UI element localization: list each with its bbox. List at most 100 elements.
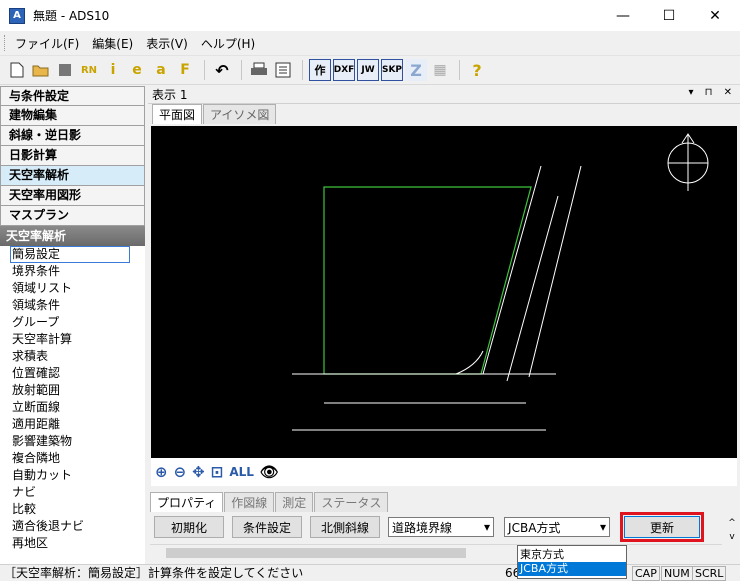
sub-item[interactable]: 位置確認 bbox=[12, 365, 145, 382]
toolbar-separator bbox=[241, 60, 242, 80]
category-sky-factor[interactable]: 天空率解析 bbox=[0, 166, 145, 186]
chevron-down-icon: ▾ bbox=[600, 520, 607, 534]
road-boundary-select[interactable]: 道路境界線 ▾ bbox=[388, 517, 495, 537]
sub-item[interactable]: 求積表 bbox=[12, 348, 145, 365]
view-tabs: 平面図 アイソメ図 bbox=[148, 104, 740, 124]
f-icon[interactable]: F bbox=[174, 59, 196, 81]
drawing-svg bbox=[292, 133, 709, 431]
e-icon[interactable]: e bbox=[126, 59, 148, 81]
sub-item[interactable]: 影響建築物 bbox=[12, 433, 145, 450]
chevron-down-icon: ▾ bbox=[484, 520, 491, 534]
toolbar-separator bbox=[459, 60, 460, 80]
initialize-button[interactable]: 初期化 bbox=[154, 516, 225, 538]
cap-indicator: CAP bbox=[632, 566, 660, 581]
category-conditions[interactable]: 与条件設定 bbox=[0, 86, 145, 106]
new-icon[interactable] bbox=[6, 59, 28, 81]
num-indicator: NUM bbox=[661, 566, 693, 581]
status-bar: ［天空率解析：簡易設定］計算条件を設定してください 66. CAP NUM SC… bbox=[0, 564, 740, 581]
north-slope-button[interactable]: 北側斜線 bbox=[310, 516, 381, 538]
status-text: ［天空率解析：簡易設定］計算条件を設定してください bbox=[4, 566, 304, 580]
update-button[interactable]: 更新 bbox=[624, 516, 701, 538]
zoom-all-button[interactable]: ALL bbox=[229, 465, 254, 479]
sub-item[interactable]: 再地区 bbox=[12, 535, 145, 552]
sub-item[interactable]: 立断面線 bbox=[12, 399, 145, 416]
building-icon[interactable]: ▦ bbox=[429, 59, 451, 81]
menu-view[interactable]: 表示(V) bbox=[146, 35, 188, 52]
scrl-indicator: SCRL bbox=[692, 566, 727, 581]
section-header: 天空率解析 bbox=[0, 226, 145, 246]
tool-skp-button[interactable]: SKP bbox=[381, 59, 403, 81]
sub-item-list: 簡易設定 境界条件 領域リスト 領域条件 グループ 天空率計算 求積表 位置確認… bbox=[0, 246, 145, 552]
option-jcba[interactable]: JCBA方式 bbox=[518, 562, 626, 576]
option-tokyo[interactable]: 東京方式 bbox=[518, 548, 626, 562]
tool-dxf-button[interactable]: DXF bbox=[333, 59, 355, 81]
sub-item[interactable]: 領域条件 bbox=[12, 297, 145, 314]
tab-measure[interactable]: 測定 bbox=[275, 492, 314, 512]
menu-help[interactable]: ヘルプ(H) bbox=[201, 35, 255, 52]
help-icon[interactable]: ? bbox=[466, 59, 488, 81]
menu-file[interactable]: ファイル(F) bbox=[15, 35, 79, 52]
info-icon[interactable]: i bbox=[102, 59, 124, 81]
method-dropdown-list: 東京方式 JCBA方式 bbox=[517, 545, 627, 579]
z-tool-button[interactable]: Z bbox=[405, 59, 427, 81]
zoom-window-icon[interactable]: ⊡ bbox=[211, 463, 224, 481]
sub-item[interactable]: 天空率計算 bbox=[12, 331, 145, 348]
category-sky-figure[interactable]: 天空率用図形 bbox=[0, 186, 145, 206]
vertical-scroll[interactable]: ^ v bbox=[726, 516, 738, 544]
tab-plan-view[interactable]: 平面図 bbox=[152, 104, 203, 124]
tab-status[interactable]: ステータス bbox=[314, 492, 389, 512]
window-title: 無題 - ADS10 bbox=[33, 9, 110, 23]
zoom-toolbar: ⊕ ⊖ ✥ ⊡ ALL 👁 bbox=[151, 458, 737, 486]
toolbar: RN i e a F ↶ 作 DXF JW SKP Z ▦ ? bbox=[0, 55, 740, 85]
sub-item[interactable]: 適用距離 bbox=[12, 416, 145, 433]
tool-create-button[interactable]: 作 bbox=[309, 59, 331, 81]
zoom-in-icon[interactable]: ⊕ bbox=[155, 463, 168, 481]
sub-item[interactable]: 複合隣地 bbox=[12, 450, 145, 467]
sub-item[interactable]: 適合後退ナビ bbox=[12, 518, 145, 535]
property-tabs: プロパティ 作図線 測定 ステータス bbox=[148, 492, 740, 512]
sub-item[interactable]: 放射範囲 bbox=[12, 382, 145, 399]
maximize-button[interactable]: ☐ bbox=[646, 0, 692, 31]
north-arrow-icon bbox=[667, 133, 709, 191]
category-slope-shadow[interactable]: 斜線・逆日影 bbox=[0, 126, 145, 146]
tab-draw-lines[interactable]: 作図線 bbox=[224, 492, 275, 512]
method-select[interactable]: JCBA方式 ▾ bbox=[504, 517, 611, 537]
stop-icon[interactable] bbox=[54, 59, 76, 81]
scroll-thumb[interactable] bbox=[166, 548, 466, 558]
zoom-out-icon[interactable]: ⊖ bbox=[174, 463, 187, 481]
open-icon[interactable] bbox=[30, 59, 52, 81]
panel-controls[interactable]: ▾ ⊓ ✕ bbox=[688, 87, 736, 98]
building-curve bbox=[455, 350, 484, 375]
close-button[interactable]: ✕ bbox=[692, 0, 738, 31]
undo-icon[interactable]: ↶ bbox=[211, 59, 233, 81]
sub-item[interactable]: 比較 bbox=[12, 501, 145, 518]
a-icon[interactable]: a bbox=[150, 59, 172, 81]
pan-icon[interactable]: ✥ bbox=[192, 463, 205, 481]
condition-settings-button[interactable]: 条件設定 bbox=[232, 516, 303, 538]
app-icon: A bbox=[9, 7, 25, 24]
drawing-canvas[interactable] bbox=[151, 126, 737, 458]
menu-grip bbox=[4, 35, 7, 51]
tool-jw-button[interactable]: JW bbox=[357, 59, 379, 81]
horizontal-scrollbar[interactable] bbox=[150, 544, 722, 560]
sub-item[interactable]: 領域リスト bbox=[12, 280, 145, 297]
print-icon[interactable] bbox=[248, 59, 270, 81]
tab-properties[interactable]: プロパティ bbox=[150, 492, 224, 512]
sub-item-simple-settings[interactable]: 簡易設定 bbox=[10, 246, 130, 263]
minimize-button[interactable]: — bbox=[600, 0, 646, 31]
category-shadow-calc[interactable]: 日影計算 bbox=[0, 146, 145, 166]
eye-icon[interactable]: 👁 bbox=[260, 463, 279, 481]
category-building-edit[interactable]: 建物編集 bbox=[0, 106, 145, 126]
menu-edit[interactable]: 編集(E) bbox=[92, 35, 133, 52]
property-bar: 初期化 条件設定 北側斜線 道路境界線 ▾ JCBA方式 ▾ 更新 bbox=[148, 512, 723, 542]
sub-item[interactable]: 境界条件 bbox=[12, 263, 145, 280]
menu-bar: ファイル(F) 編集(E) 表示(V) ヘルプ(H) bbox=[0, 31, 740, 55]
settings-icon[interactable] bbox=[272, 59, 294, 81]
sub-item[interactable]: 自動カット bbox=[12, 467, 145, 484]
sub-item[interactable]: グループ bbox=[12, 314, 145, 331]
sub-item[interactable]: ナビ bbox=[12, 484, 145, 501]
tab-isometric-view[interactable]: アイソメ図 bbox=[203, 104, 277, 124]
view-title: 表示 1 bbox=[152, 88, 188, 102]
rn-icon[interactable]: RN bbox=[78, 59, 100, 81]
category-mass-plan[interactable]: マスプラン bbox=[0, 206, 145, 226]
